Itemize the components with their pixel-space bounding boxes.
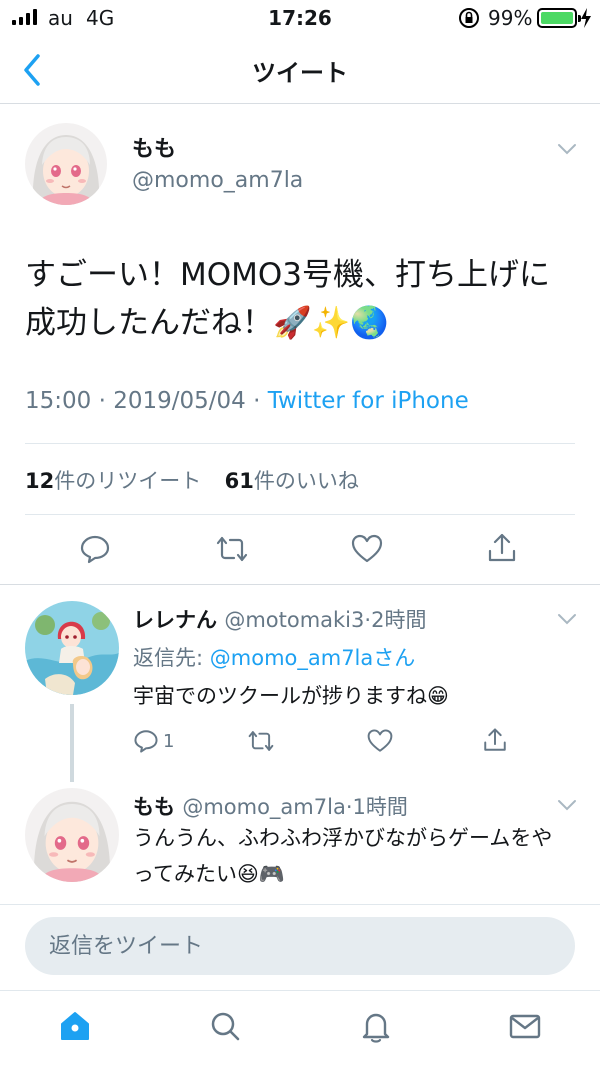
reply-text: うんうん、ふわふわ浮かびながらゲームをやってみたい😆🎮 <box>133 826 553 886</box>
tweet-source-link[interactable]: Twitter for iPhone <box>268 388 469 414</box>
anime-girl-avatar-icon <box>25 123 107 205</box>
like-button[interactable] <box>366 728 394 754</box>
retweet-label: 件のリツイート <box>54 469 202 493</box>
reply-author-name: もも <box>133 795 175 819</box>
reply-input[interactable] <box>25 917 575 975</box>
reply-composer[interactable] <box>25 917 575 975</box>
reply-time: 2時間 <box>371 608 427 632</box>
tab-bar <box>0 990 600 1067</box>
avatar[interactable] <box>25 123 107 205</box>
author-name[interactable]: もも <box>132 131 176 163</box>
chevron-down-icon <box>558 144 576 155</box>
reply-button[interactable] <box>79 533 111 565</box>
share-icon <box>488 533 516 562</box>
chevron-down-icon <box>558 614 576 625</box>
meta-separator: · <box>253 388 268 414</box>
tab-search[interactable] <box>208 1009 242 1043</box>
reply-menu-button[interactable] <box>556 612 578 626</box>
tweet-meta: 15:00 · 2019/05/04 · Twitter for iPhone <box>25 388 469 414</box>
reply-author-handle: @momo_am7la <box>182 795 346 819</box>
divider <box>0 904 600 905</box>
reply-icon <box>134 730 158 753</box>
retweet-count: 12 <box>25 469 55 493</box>
heart-icon <box>367 729 393 752</box>
meta-separator: · <box>98 388 114 414</box>
like-label: 件のいいね <box>253 469 359 493</box>
retweet-button[interactable] <box>246 728 276 754</box>
tweet-menu-button[interactable] <box>556 142 578 156</box>
like-button[interactable] <box>350 533 384 565</box>
status-bar: au 4G 17:26 99% <box>0 0 600 36</box>
search-icon <box>211 1012 240 1041</box>
anime-characters-avatar-icon <box>25 601 119 695</box>
tweet-text: すごーい！MOMO3号機、打ち上げに成功したんだね！🚀✨🌏 <box>25 257 551 341</box>
home-icon <box>61 1012 89 1040</box>
tweet-date: 2019/05/04 <box>113 388 246 414</box>
retweet-icon <box>216 536 248 562</box>
charging-icon <box>580 8 592 28</box>
divider <box>25 443 575 444</box>
reply-author-handle: @motomaki3 <box>224 608 365 632</box>
battery-icon <box>537 8 581 28</box>
reply-to-link[interactable]: @momo_am7laさん <box>210 646 416 670</box>
reply-author-name: レレナん <box>133 608 217 632</box>
reply-to-prefix: 返信先: <box>133 646 210 670</box>
meta-separator: · <box>345 795 353 819</box>
share-button[interactable] <box>482 726 508 754</box>
retweet-button[interactable] <box>214 533 250 565</box>
rotation-lock-icon <box>458 7 480 29</box>
divider <box>0 584 600 585</box>
page-title: ツイート <box>252 59 348 87</box>
tab-messages[interactable] <box>508 1009 542 1043</box>
reply-time: 1時間 <box>352 795 408 819</box>
tweet-stats: 12件のリツイート 61件のいいね <box>25 465 359 495</box>
thread-connector <box>70 704 74 782</box>
author-handle[interactable]: @momo_am7la <box>132 168 303 193</box>
reply-menu-button[interactable] <box>556 798 578 812</box>
reply-author[interactable]: レレナん @motomaki3·2時間 <box>133 604 426 634</box>
bell-icon <box>362 1013 390 1043</box>
share-icon <box>484 728 506 751</box>
like-count: 61 <box>224 469 254 493</box>
retweet-icon <box>248 731 274 751</box>
reply-button[interactable] <box>133 728 159 754</box>
nav-bar: ツイート <box>0 36 600 104</box>
anime-girl-avatar-icon <box>25 788 119 882</box>
retweet-stat[interactable]: 12件のリツイート <box>25 469 201 493</box>
share-button[interactable] <box>486 531 518 565</box>
chevron-down-icon <box>558 800 576 811</box>
reply-author[interactable]: もも @momo_am7la·1時間 <box>133 791 408 821</box>
reply-icon <box>80 535 110 564</box>
avatar[interactable] <box>25 601 119 695</box>
avatar[interactable] <box>25 788 119 882</box>
tweet-time: 15:00 <box>25 388 92 414</box>
reply-count: 1 <box>163 731 175 752</box>
reply-text: 宇宙でのツクールが捗りますね😁 <box>133 684 449 708</box>
reply-to-line: 返信先: @momo_am7laさん <box>133 642 415 672</box>
tab-home[interactable] <box>58 1009 92 1043</box>
like-stat[interactable]: 61件のいいね <box>225 469 359 493</box>
mail-icon <box>509 1014 541 1039</box>
battery-percent: 99% <box>488 6 533 30</box>
divider <box>25 514 575 515</box>
heart-icon <box>351 534 383 563</box>
tab-notifications[interactable] <box>359 1009 393 1043</box>
